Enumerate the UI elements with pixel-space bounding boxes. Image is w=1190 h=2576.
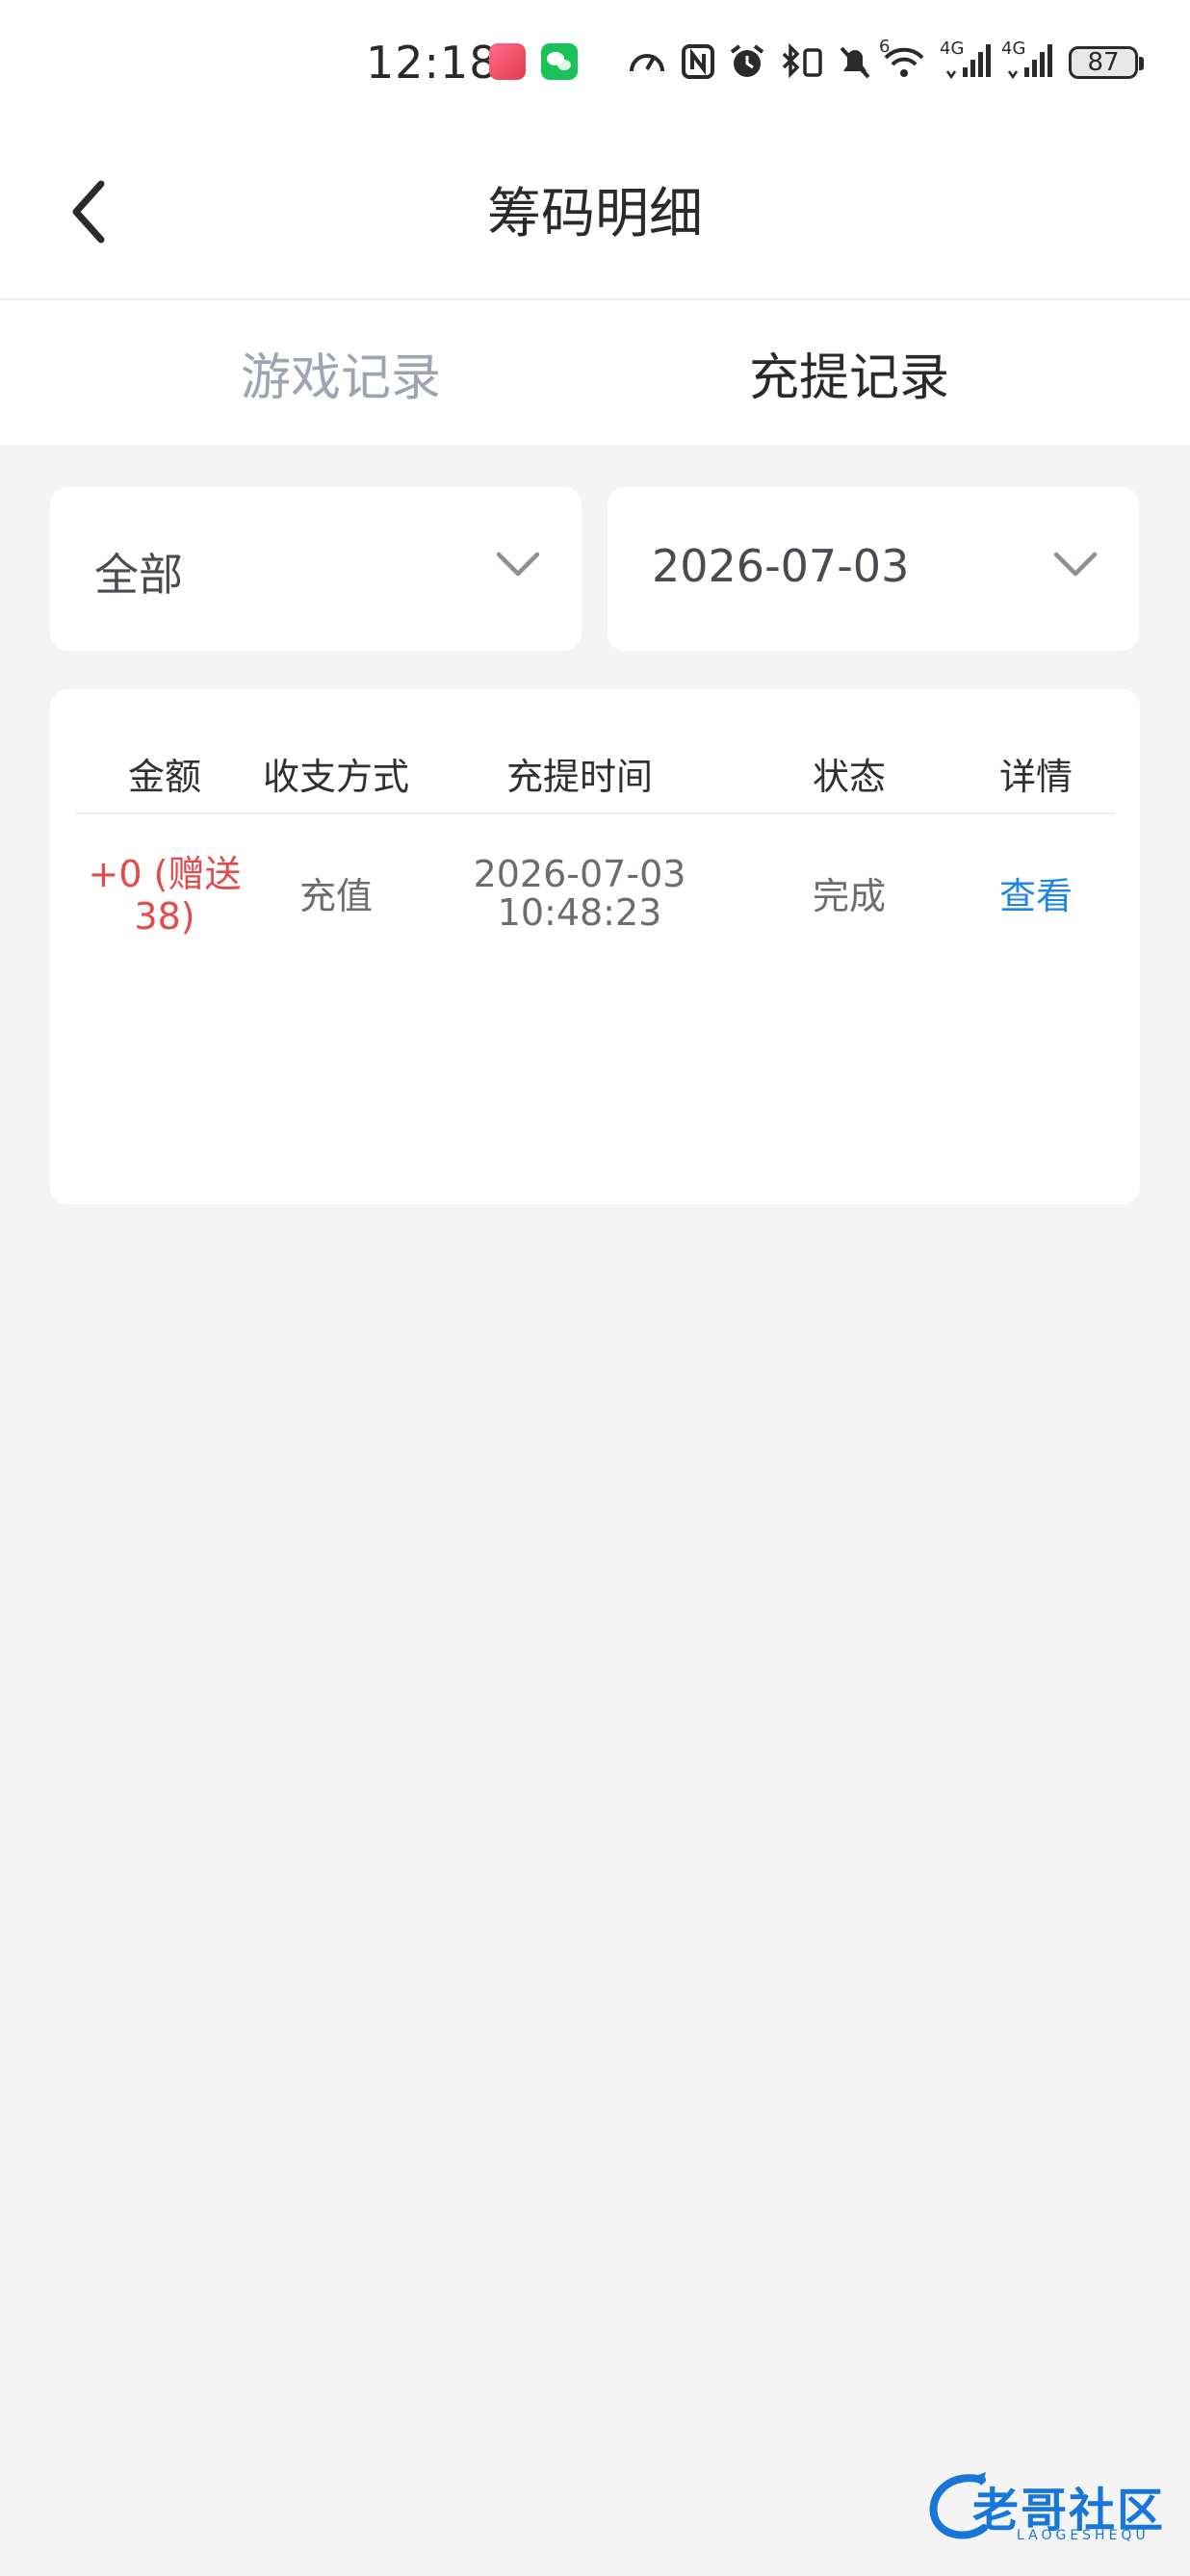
page-title: 筹码明细 [487, 183, 703, 245]
type-filter-dropdown[interactable]: 全部 [50, 487, 582, 651]
date-filter-dropdown[interactable]: 2026-07-03 [608, 487, 1139, 651]
signal-icon-2 [1007, 44, 1052, 80]
records-table-card: 金额 收支方式 充提时间 状态 详情 +0 (赠送 38) 充值 2026-07… [50, 689, 1140, 1204]
column-header-amount: 金额 [127, 756, 202, 798]
speedometer-icon [630, 54, 664, 72]
tab-game-records[interactable]: 游戏记录 [241, 337, 441, 409]
column-header-detail: 详情 [998, 756, 1074, 798]
type-filter-value: 全部 [94, 549, 183, 601]
column-header-method: 收支方式 [262, 756, 410, 798]
signal-icon-1 [945, 44, 991, 80]
row-amount: +0 (赠送 38) [78, 853, 251, 938]
chevron-down-icon [496, 552, 540, 577]
row-amount-line2: 38) [134, 895, 195, 938]
column-header-time: 充提时间 [505, 756, 654, 798]
nav-header: 筹码明细 [0, 125, 1190, 300]
chevron-down-icon [1053, 552, 1098, 577]
app-notification-icon [489, 43, 526, 80]
row-time: 2026-07-03 10:48:23 [454, 855, 705, 932]
status-bar: 12:18 6 4G 4G 87 [0, 0, 1190, 125]
row-clock: 10:48:23 [497, 891, 662, 934]
alarm-icon [730, 44, 764, 77]
table-divider [75, 812, 1115, 814]
tab-deposit-withdraw-records[interactable]: 充提记录 [749, 337, 949, 409]
watermark-subtext: LAOGESHEQU [1017, 2528, 1150, 2543]
row-method: 充值 [298, 875, 374, 917]
column-header-status: 状态 [812, 756, 887, 798]
wifi-badge: 6 [879, 37, 891, 57]
view-detail-link[interactable]: 查看 [999, 875, 1073, 917]
date-filter-value: 2026-07-03 [652, 540, 910, 592]
tab-bar: 游戏记录 充提记录 [0, 300, 1190, 445]
mute-bell-icon [840, 46, 870, 79]
battery-indicator: 87 [1069, 46, 1144, 79]
watermark-logo: 老哥社区 LAOGESHEQU [924, 2464, 1175, 2551]
wechat-icon [541, 43, 578, 80]
bluetooth-icon [782, 42, 822, 79]
status-time: 12:18 [366, 37, 499, 89]
row-status: 完成 [812, 875, 887, 917]
row-amount-line1: +0 (赠送 [88, 853, 242, 895]
nfc-icon [682, 44, 714, 79]
row-date: 2026-07-03 [473, 853, 686, 895]
